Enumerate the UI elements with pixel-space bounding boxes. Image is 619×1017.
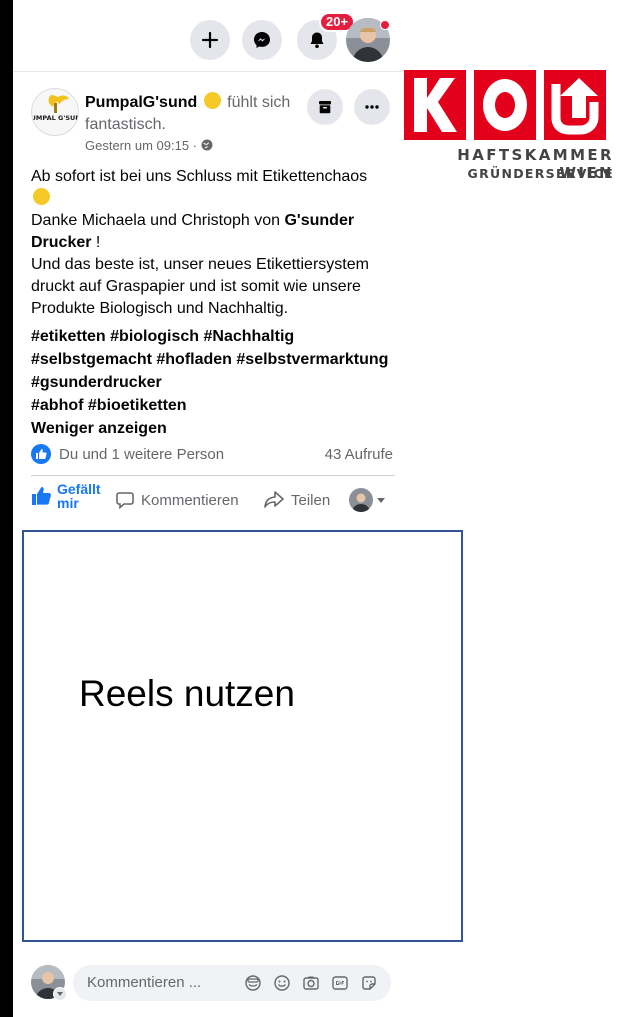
- logo-arrow-mark: [544, 70, 606, 140]
- comment-label: Kommentieren: [141, 491, 239, 509]
- plus-icon: [201, 31, 219, 49]
- chevron-down-icon: [377, 497, 385, 503]
- like-button[interactable]: Gefällt mir: [31, 481, 101, 511]
- top-navigation-bar: 20+: [13, 0, 403, 72]
- post-action-bar: Gefällt mir Kommentieren Teilen: [31, 482, 395, 520]
- hashtag-line-3[interactable]: #gsunderdrucker: [31, 371, 403, 394]
- timestamp-text: Gestern um 09:15 ·: [85, 138, 197, 153]
- post-body: Ab sofort ist bei uns Schluss mit Etiket…: [31, 166, 403, 320]
- hashtag-line-2[interactable]: #selbstgemacht #hofladen #selbstvermarkt…: [31, 348, 403, 371]
- more-dots-icon: [365, 105, 379, 109]
- show-less-link[interactable]: Weniger anzeigen: [31, 417, 403, 440]
- brand-logo: HAFTSKAMMER WIEN GRÜNDERSERVICE: [404, 70, 614, 185]
- post-body-line-2: Danke Michaela und Christoph von G'sunde…: [31, 210, 403, 254]
- k-shape-icon: [414, 78, 457, 132]
- reels-overlay-box: Reels nutzen: [22, 530, 463, 942]
- comment-composer: Kommentieren ...: [31, 965, 391, 1005]
- comment-identity-toggle[interactable]: [53, 987, 67, 1001]
- page-name-link[interactable]: PumpalG'sund: [85, 94, 197, 111]
- emoji-icon[interactable]: [273, 974, 291, 992]
- happy-emoji-icon: [203, 92, 221, 109]
- reaction-names[interactable]: Du und 1 weitere Person: [59, 446, 224, 463]
- arrow-up-icon: [551, 78, 599, 135]
- bell-icon: [310, 32, 324, 49]
- pumpkin-logo-icon: PUMPAL G'SUND: [32, 95, 79, 122]
- thanks-suffix: !: [91, 234, 101, 251]
- thumbs-up-icon: [32, 487, 51, 505]
- share-button[interactable]: Teilen: [263, 490, 330, 510]
- left-dark-edge: [0, 0, 13, 1017]
- like-reaction-icon: [31, 444, 51, 464]
- smile-emoji-icon: [33, 188, 50, 205]
- messenger-button[interactable]: [242, 20, 282, 60]
- messenger-icon: [254, 32, 270, 48]
- gif-icon[interactable]: [331, 974, 349, 992]
- profile-photo-icon: [349, 488, 373, 512]
- view-count: 43 Aufrufe: [324, 446, 393, 463]
- comment-input[interactable]: Kommentieren ...: [73, 965, 391, 1001]
- reaction-identity-selector[interactable]: [349, 488, 385, 512]
- small-avatar: [349, 488, 373, 512]
- share-label: Teilen: [291, 491, 331, 509]
- page-avatar[interactable]: PUMPAL G'SUND: [31, 88, 79, 136]
- chevron-down-icon: [57, 992, 63, 996]
- hashtag-line-4[interactable]: #abhof #bioetiketten: [31, 394, 403, 417]
- hashtag-line-1[interactable]: #etiketten #biologisch #Nachhaltig: [31, 325, 403, 348]
- reaction-summary: Du und 1 weitere Person 43 Aufrufe: [31, 443, 393, 467]
- o-shape-icon: [483, 79, 527, 131]
- share-arrow-icon: [264, 491, 284, 508]
- reaction-divider: [31, 475, 395, 476]
- logo-letter-o: [474, 70, 536, 140]
- status-dot: [380, 20, 390, 30]
- post-timestamp[interactable]: Gestern um 09:15 ·: [85, 138, 213, 153]
- more-options-button[interactable]: [354, 89, 390, 125]
- camera-icon[interactable]: [302, 974, 320, 992]
- archive-icon: [319, 101, 331, 114]
- globe-icon: [201, 139, 213, 151]
- reels-caption: Reels nutzen: [79, 673, 295, 714]
- thanks-text: Danke Michaela und Christoph von: [31, 212, 285, 229]
- comment-bubble-icon: [116, 492, 134, 510]
- like-label: Gefällt mir: [57, 481, 101, 511]
- post-body-line-3: Und das beste ist, unser neues Etikettie…: [31, 256, 369, 317]
- archive-button[interactable]: [307, 89, 343, 125]
- avatar-wordmark: PUMPAL G'SUND: [32, 114, 79, 122]
- hashtag-block: #etiketten #biologisch #Nachhaltig #selb…: [31, 325, 403, 440]
- post-header-line: PumpalG'sund fühlt sich fantastisch.: [85, 92, 315, 136]
- logo-line-2: GRÜNDERSERVICE: [467, 166, 614, 181]
- logo-letter-k: [404, 70, 466, 140]
- avatar-sticker-icon[interactable]: [244, 974, 262, 992]
- create-button[interactable]: [190, 20, 230, 60]
- sticker-icon[interactable]: [360, 974, 378, 992]
- post-body-line-1: Ab sofort ist bei uns Schluss mit Etiket…: [31, 168, 368, 185]
- comment-placeholder: Kommentieren ...: [87, 974, 202, 991]
- comment-button[interactable]: Kommentieren: [115, 490, 239, 510]
